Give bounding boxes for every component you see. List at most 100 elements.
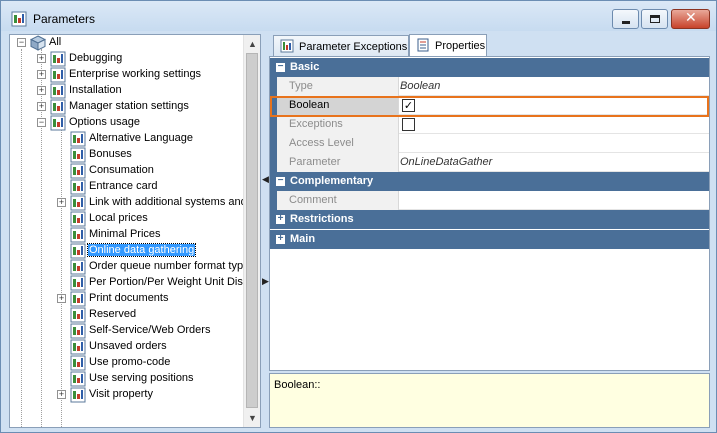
property-name: Comment [277,191,399,210]
expand-icon[interactable]: + [57,390,66,399]
tree-node-use-serving-positions[interactable]: Use serving positions [10,371,245,387]
tree-node-label: Print documents [89,292,169,304]
tree-node-link-with-additional-systems[interactable]: + Link with additional systems and [10,195,247,211]
property-row-exceptions[interactable]: Exceptions [270,115,709,134]
tree-node-label: Local prices [89,212,148,224]
property-row-parameter[interactable]: Parameter OnLineDataGather [270,153,709,172]
parameter-icon [70,227,86,243]
cube-icon [30,35,46,51]
category-label: Restrictions [290,213,354,225]
parameter-group-icon [50,67,66,83]
tab-properties[interactable]: Properties [409,34,487,56]
tree-node-print-documents[interactable]: + Print documents [10,291,245,307]
title-bar[interactable]: Parameters ✕ [1,1,716,31]
tree-node-self-service-web-orders[interactable]: Self-Service/Web Orders [10,323,245,339]
parameters-app-icon [11,11,27,27]
property-row-access-level[interactable]: Access Level [270,134,709,153]
collapse-icon[interactable]: − [276,62,285,72]
expand-icon[interactable]: + [276,234,285,244]
collapse-icon[interactable]: − [276,176,285,186]
expand-icon[interactable]: + [37,54,46,63]
property-row-comment[interactable]: Comment [270,191,709,210]
tree-node-all[interactable]: − All [10,35,240,51]
tree-node-local-prices[interactable]: Local prices [10,211,245,227]
parameter-group-icon [70,195,86,211]
tree-vertical-scrollbar[interactable]: ▲ ▼ [243,35,260,427]
tree-node-per-portion-per-weight[interactable]: Per Portion/Per Weight Unit Dis [10,275,245,291]
collapse-left-icon[interactable]: ◀ [262,172,269,186]
maximize-icon [650,15,660,23]
property-row-type[interactable]: Type Boolean [270,77,709,96]
parameter-icon [70,147,86,163]
category-main[interactable]: + Main [270,230,709,249]
tree-node-entrance-card[interactable]: Entrance card [10,179,245,195]
scroll-up-icon[interactable]: ▲ [248,39,257,49]
collapse-icon[interactable]: − [37,118,46,127]
highlight-frame [270,96,709,117]
tree-node-label: Bonuses [89,148,132,160]
tree-node-bonuses[interactable]: Bonuses [10,147,245,163]
parameter-icon [70,371,86,387]
category-restrictions[interactable]: + Restrictions [270,210,709,229]
collapse-icon[interactable]: − [17,38,26,47]
category-label: Basic [290,61,320,73]
minimize-button[interactable] [612,9,639,29]
parameters-tree[interactable]: − All + Debugging + Enterprise working s… [9,34,261,428]
tree-node-consumation[interactable]: Consumation [10,163,245,179]
tree-node-label: Entrance card [89,180,158,192]
tree-node-label: Unsaved orders [89,340,167,352]
tree-node-unsaved-orders[interactable]: Unsaved orders [10,339,245,355]
tree-node-label: Use serving positions [89,372,194,384]
exceptions-checkbox[interactable] [402,118,415,131]
tree-node-installation[interactable]: + Installation [10,83,240,99]
tree-node-reserved[interactable]: Reserved [10,307,245,323]
tree-node-enterprise-working-settings[interactable]: + Enterprise working settings [10,67,240,83]
tree-node-label: Consumation [89,164,154,176]
tree-node-minimal-prices[interactable]: Minimal Prices [10,227,245,243]
close-button[interactable]: ✕ [671,9,710,29]
tree-node-label: Order queue number format type [89,260,250,272]
tree-node-debugging[interactable]: + Debugging [10,51,240,67]
maximize-button[interactable] [641,9,668,29]
scroll-down-icon[interactable]: ▼ [248,413,257,423]
description-panel: Boolean:: [269,373,710,428]
parameter-group-icon [50,51,66,67]
tree-node-alternative-language[interactable]: Alternative Language [10,131,245,147]
category-label: Main [290,233,316,245]
expand-icon[interactable]: + [37,70,46,79]
parameter-exceptions-icon [280,39,294,53]
tree-node-label: Debugging [69,52,123,64]
property-value: OnLineDataGather [400,156,493,168]
tree-node-options-usage[interactable]: − Options usage [10,115,240,131]
properties-icon [417,38,429,52]
expand-icon[interactable]: + [57,294,66,303]
parameter-group-icon [50,115,66,131]
scrollbar-thumb[interactable] [246,53,258,408]
category-basic[interactable]: − Basic [270,58,709,77]
category-complementary[interactable]: − Complementary [270,172,709,191]
parameter-group-icon [70,291,86,307]
expand-icon[interactable]: + [37,86,46,95]
tree-node-manager-station-settings[interactable]: + Manager station settings [10,99,240,115]
tree-node-use-promo-code[interactable]: Use promo-code [10,355,245,371]
parameter-icon [70,323,86,339]
parameter-group-icon [70,387,86,403]
tree-node-visit-property[interactable]: + Visit property [10,387,245,403]
expand-icon[interactable]: + [276,214,285,224]
row-gutter [270,153,277,172]
tree-node-label: Enterprise working settings [69,68,202,80]
parameter-icon [70,163,86,179]
expand-icon[interactable]: + [37,102,46,111]
collapse-right-icon[interactable]: ▶ [262,274,269,288]
tree-node-online-data-gathering[interactable]: Online data gathering [10,243,245,259]
properties-panel: Parameter Exceptions Properties − Basic … [269,34,710,428]
close-icon: ✕ [685,10,697,26]
tab-parameter-exceptions[interactable]: Parameter Exceptions [273,35,409,56]
description-text: Boolean:: [274,379,321,391]
row-gutter [270,77,277,96]
expand-icon[interactable]: + [57,198,66,207]
panel-splitter[interactable]: ◀ ▶ [262,34,269,428]
tree-node-order-queue-number-format[interactable]: Order queue number format type [10,259,249,275]
tree-node-label: All [49,36,62,48]
tree-node-label: Options usage [69,116,140,128]
